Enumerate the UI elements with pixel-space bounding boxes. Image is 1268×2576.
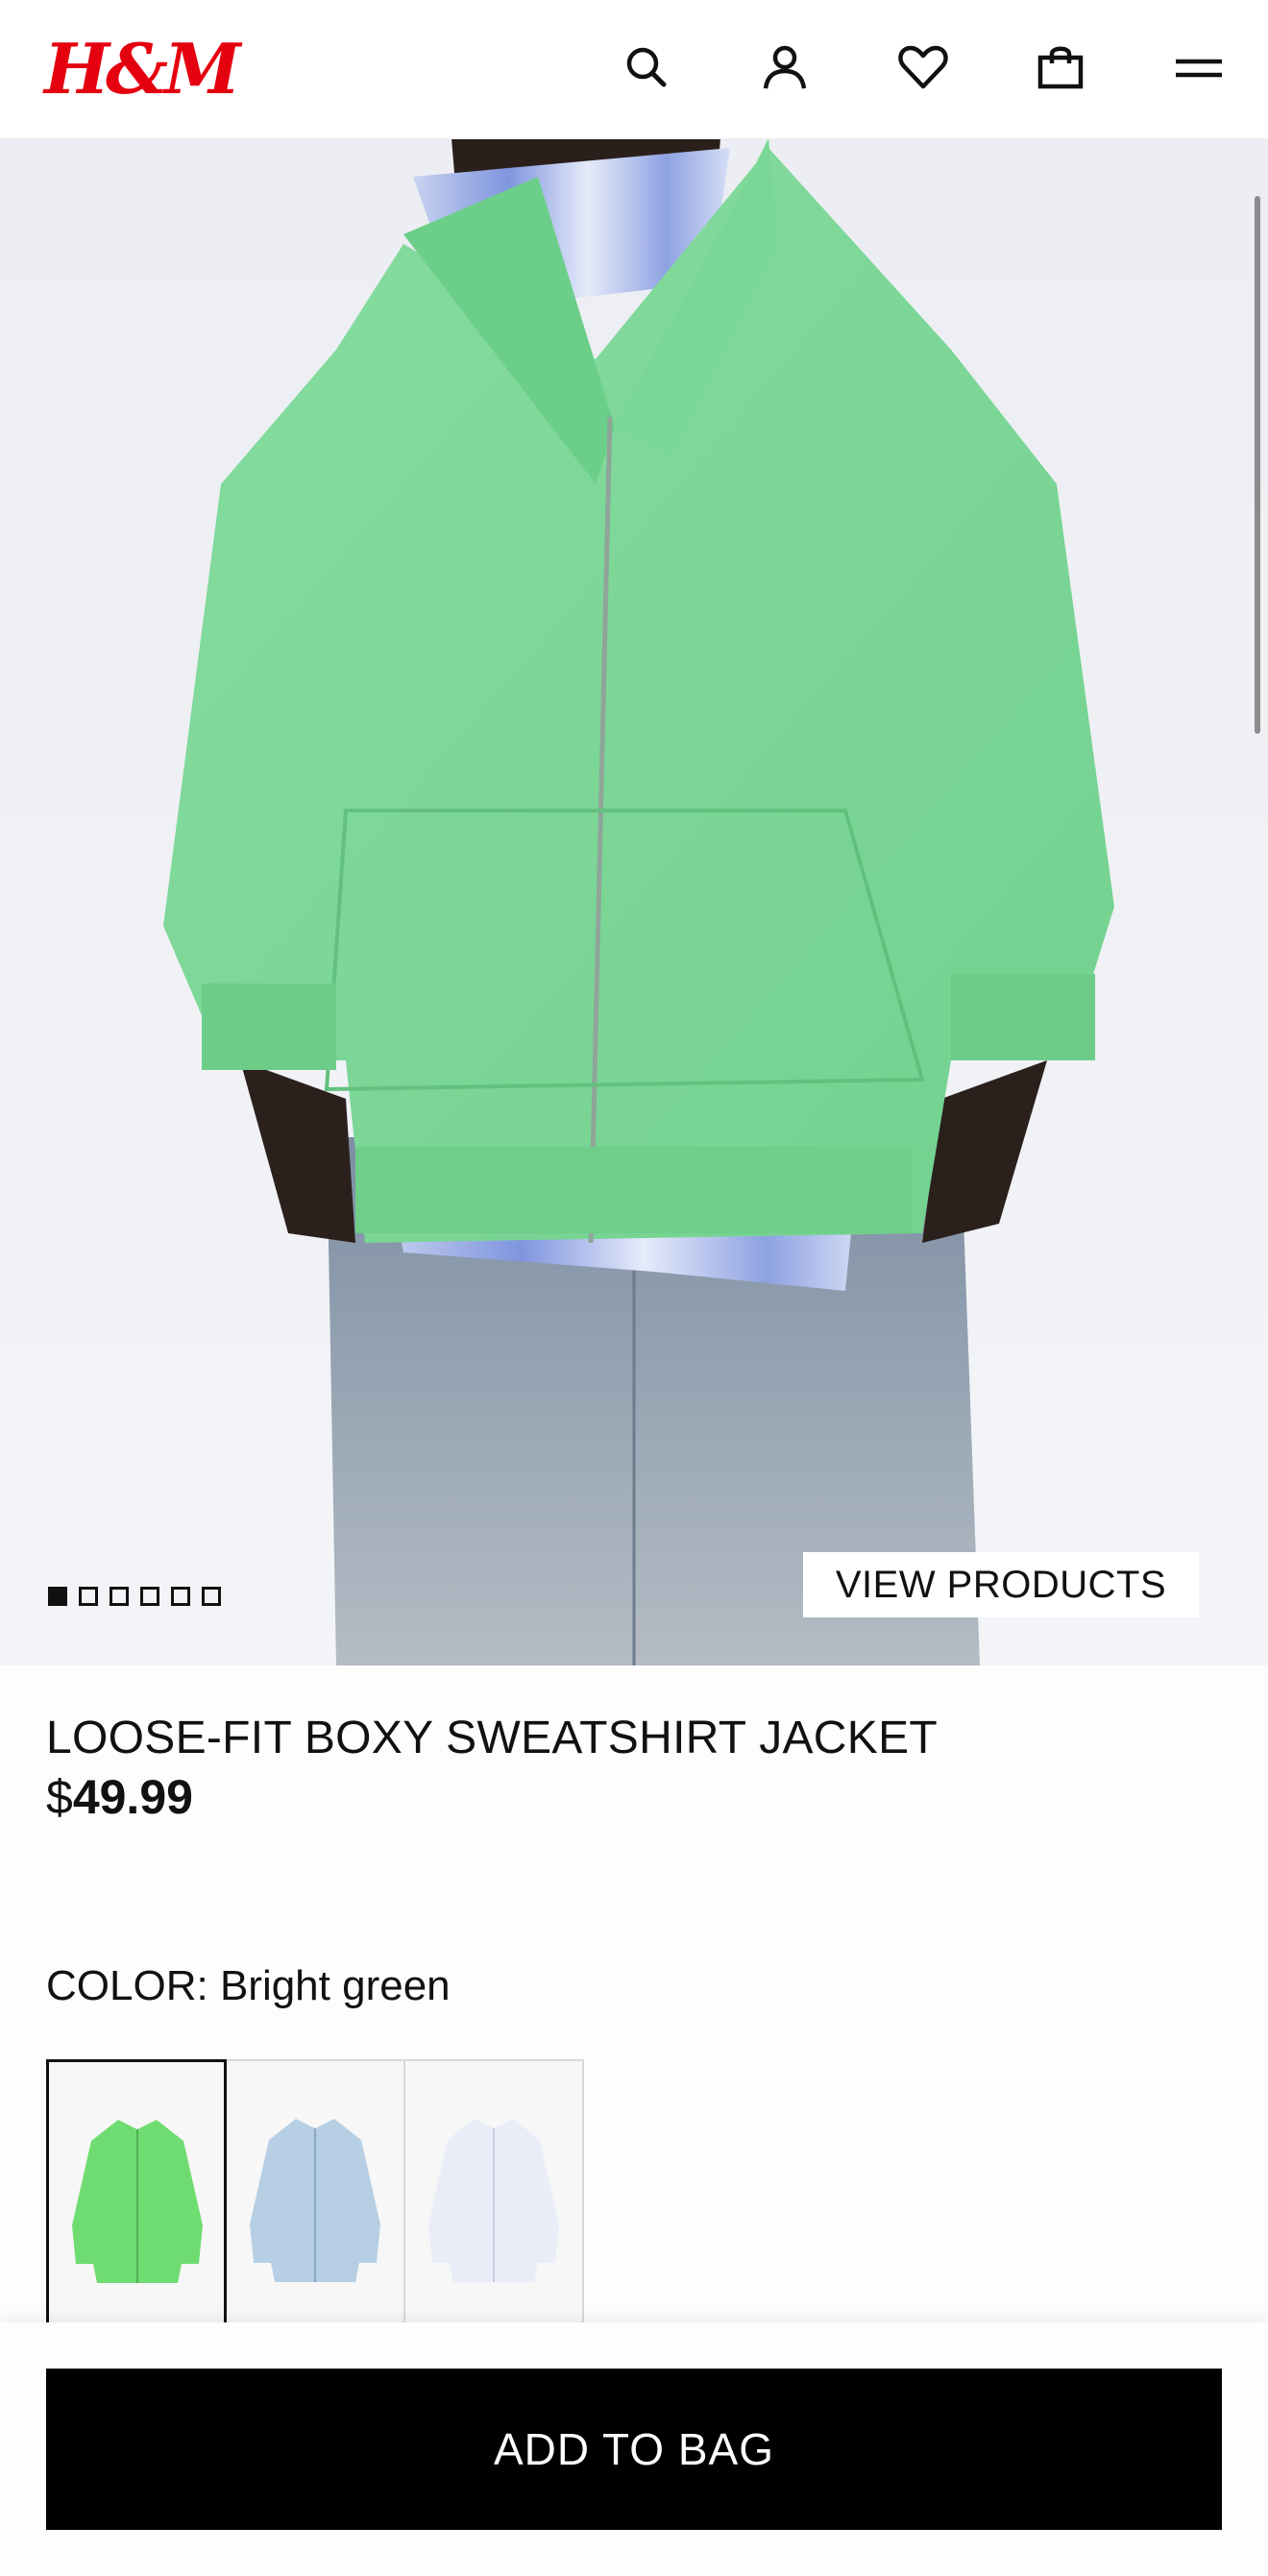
- site-header: H&M: [0, 0, 1268, 139]
- favorites-heart-icon[interactable]: [892, 36, 954, 98]
- swatch-light-blue[interactable]: [225, 2059, 405, 2324]
- carousel-dot-5[interactable]: [171, 1587, 190, 1606]
- sticky-purchase-bar: ADD TO BAG: [0, 2322, 1268, 2576]
- carousel-dot-1[interactable]: [48, 1587, 67, 1606]
- carousel-dot-3[interactable]: [110, 1587, 129, 1606]
- color-label: COLOR:: [46, 1962, 208, 2009]
- color-value: Bright green: [219, 1962, 451, 2009]
- hm-logo[interactable]: H&M: [44, 27, 241, 111]
- jacket-thumbnail-white: [428, 2119, 559, 2282]
- jacket-thumbnail-blue: [250, 2119, 380, 2282]
- price-currency: $: [46, 1770, 73, 1824]
- carousel-pagination: [48, 1587, 221, 1610]
- view-products-button[interactable]: VIEW PRODUCTS: [803, 1552, 1199, 1617]
- swatch-bright-green[interactable]: [46, 2059, 227, 2324]
- add-to-bag-button[interactable]: ADD TO BAG: [46, 2369, 1222, 2530]
- account-icon[interactable]: [754, 36, 816, 98]
- search-icon[interactable]: [616, 36, 677, 98]
- product-photo: [0, 138, 1268, 1665]
- product-title: LOOSE-FIT BOXY SWEATSHIRT JACKET: [46, 1713, 939, 1763]
- swatch-white[interactable]: [403, 2059, 584, 2324]
- color-selection-label: COLOR: Bright green: [46, 1959, 451, 2013]
- menu-icon[interactable]: [1168, 36, 1230, 98]
- image-scrollbar[interactable]: [1255, 196, 1260, 734]
- price-amount: 49.99: [72, 1770, 193, 1824]
- shopping-bag-icon[interactable]: [1030, 36, 1091, 98]
- carousel-dot-2[interactable]: [79, 1587, 98, 1606]
- product-image-carousel[interactable]: VIEW PRODUCTS: [0, 138, 1268, 1665]
- jacket-thumbnail-green: [72, 2120, 203, 2283]
- product-price: $49.99: [46, 1769, 193, 1825]
- carousel-dot-4[interactable]: [140, 1587, 159, 1606]
- carousel-dot-6[interactable]: [202, 1587, 221, 1606]
- color-swatches: [46, 2059, 584, 2324]
